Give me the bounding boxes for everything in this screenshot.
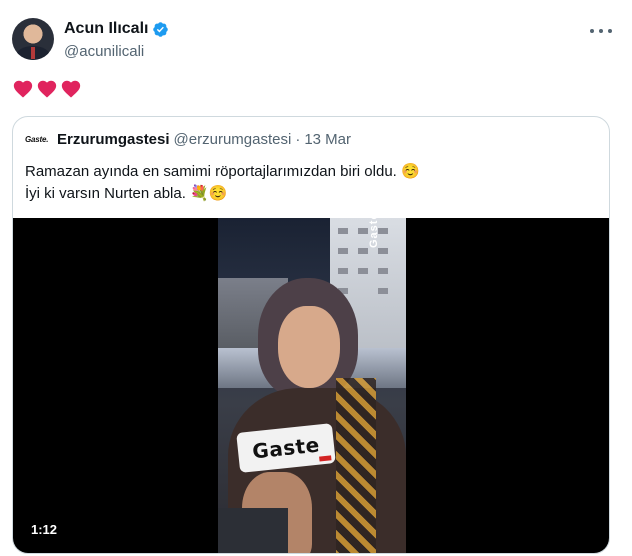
dot xyxy=(590,29,594,33)
quoted-tweet[interactable]: Gaste. Erzurumgastesi @erzurumgastesi · … xyxy=(12,116,610,554)
video-player[interactable]: Gaste Gaste 1:12 xyxy=(13,218,609,553)
dot xyxy=(599,29,603,33)
avatar[interactable] xyxy=(12,18,54,60)
quoted-handle[interactable]: @erzurumgastesi xyxy=(174,131,292,148)
verified-badge-icon xyxy=(153,21,169,37)
quoted-tweet-text: Ramazan ayında en samimi röportajlarımız… xyxy=(25,161,595,205)
red-heart-icon xyxy=(13,80,33,98)
video-duration-badge: 1:12 xyxy=(25,520,64,539)
video-watermark: Gaste xyxy=(368,218,380,248)
author-display-name[interactable]: Acun Ilıcalı xyxy=(64,20,148,38)
scarf-pattern xyxy=(336,378,376,553)
avatar-tie xyxy=(31,47,35,59)
quoted-display-name[interactable]: Erzurumgastesi xyxy=(57,131,170,148)
tweet: Acun Ilıcalı @acunilicali Gaste. Erzurum… xyxy=(0,0,632,556)
quoted-avatar-logo[interactable]: Gaste. xyxy=(25,133,51,147)
tweet-text-hearts xyxy=(12,78,82,100)
interviewee-face xyxy=(278,306,340,388)
red-heart-icon xyxy=(61,80,81,98)
video-frame: Gaste Gaste xyxy=(218,218,406,553)
sleeve xyxy=(218,508,288,553)
dot xyxy=(608,29,612,33)
quoted-timestamp[interactable]: 13 Mar xyxy=(304,131,351,148)
separator-dot: · xyxy=(295,131,301,148)
author-handle[interactable]: @acunilicali xyxy=(64,43,144,60)
quoted-text-line-2: İyi ki varsın Nurten abla. 💐☺️ xyxy=(25,185,228,202)
red-heart-icon xyxy=(37,80,57,98)
author-name-row: Acun Ilıcalı xyxy=(64,20,169,38)
mic-logo-text: Gaste xyxy=(251,432,321,464)
quoted-tweet-header: Gaste. Erzurumgastesi @erzurumgastesi · … xyxy=(25,131,351,148)
quoted-text-line-1: Ramazan ayında en samimi röportajlarımız… xyxy=(25,163,420,180)
more-options-icon[interactable] xyxy=(590,22,612,40)
mic-red-accent xyxy=(319,455,332,462)
